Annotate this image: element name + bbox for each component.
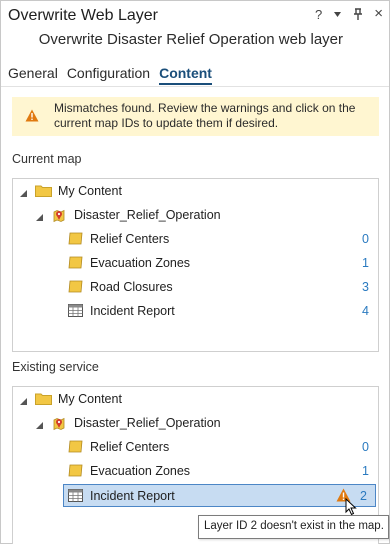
collapse-triangle-icon[interactable] xyxy=(36,418,43,432)
current-map-label: Current map xyxy=(12,152,82,166)
tree-row-layer[interactable]: Relief Centers 0 xyxy=(13,436,378,458)
table-label: Incident Report xyxy=(90,304,175,318)
tree-root-label: My Content xyxy=(58,184,122,198)
tool-subtitle: Overwrite Disaster Relief Operation web … xyxy=(38,31,343,48)
pane-titlebar: Overwrite Web Layer ? × xyxy=(1,1,389,31)
table-icon xyxy=(68,489,83,505)
mismatch-warning-banner: Mismatches found. Review the warnings an… xyxy=(12,97,379,136)
layer-label: Road Closures xyxy=(90,280,173,294)
tree-row-map[interactable]: Disaster_Relief_Operation xyxy=(13,412,378,434)
map-label: Disaster_Relief_Operation xyxy=(74,208,221,222)
warning-icon xyxy=(25,109,39,127)
layer-id-link[interactable]: 2 xyxy=(360,489,367,503)
layer-id-link[interactable]: 1 xyxy=(362,256,369,270)
map-icon xyxy=(52,208,66,226)
collapse-triangle-icon[interactable] xyxy=(36,210,43,224)
tree-row-layer[interactable]: Road Closures 3 xyxy=(13,276,378,298)
titlebar-controls: ? × xyxy=(315,6,383,25)
layer-id-link[interactable]: 4 xyxy=(362,304,369,318)
layer-label: Evacuation Zones xyxy=(90,256,191,270)
pane-title: Overwrite Web Layer xyxy=(8,7,158,24)
banner-message: Mismatches found. Review the warnings an… xyxy=(54,101,356,130)
options-menu-icon[interactable] xyxy=(333,7,342,25)
layer-label: Relief Centers xyxy=(90,440,170,454)
pin-icon[interactable] xyxy=(353,7,363,25)
overwrite-web-layer-pane: Overwrite Web Layer ? × Overwrite Disast… xyxy=(0,0,390,544)
layer-label: Evacuation Zones xyxy=(90,464,191,478)
collapse-triangle-icon[interactable] xyxy=(20,394,27,408)
tree-row-my-content[interactable]: My Content xyxy=(13,388,378,410)
tab-configuration[interactable]: Configuration xyxy=(67,65,150,85)
help-icon[interactable]: ? xyxy=(315,7,322,25)
tree-row-table[interactable]: Incident Report 4 xyxy=(13,300,378,322)
collapse-triangle-icon[interactable] xyxy=(20,186,27,200)
table-label: Incident Report xyxy=(90,489,175,503)
tab-general[interactable]: General xyxy=(8,65,58,85)
close-icon[interactable]: × xyxy=(374,6,383,25)
layer-label: Relief Centers xyxy=(90,232,170,246)
tab-content[interactable]: Content xyxy=(159,65,212,85)
tree-row-my-content[interactable]: My Content xyxy=(13,180,378,202)
folder-icon xyxy=(35,392,52,408)
layer-id-link[interactable]: 0 xyxy=(362,440,369,454)
tab-strip: General Configuration Content xyxy=(8,65,212,85)
polygon-layer-icon xyxy=(68,280,83,296)
tree-row-table-selected[interactable]: Incident Report 2 xyxy=(63,484,376,507)
map-label: Disaster_Relief_Operation xyxy=(74,416,221,430)
polygon-layer-icon xyxy=(68,464,83,480)
table-icon xyxy=(68,304,83,320)
tree-root-label: My Content xyxy=(58,392,122,406)
tree-row-map[interactable]: Disaster_Relief_Operation xyxy=(13,204,378,226)
warning-tooltip: Layer ID 2 doesn't exist in the map. xyxy=(198,515,389,539)
polygon-layer-icon xyxy=(68,232,83,248)
tree-row-layer[interactable]: Evacuation Zones 1 xyxy=(13,252,378,274)
layer-id-link[interactable]: 1 xyxy=(362,464,369,478)
polygon-layer-icon xyxy=(68,256,83,272)
tree-row-layer[interactable]: Evacuation Zones 1 xyxy=(13,460,378,482)
polygon-layer-icon xyxy=(68,440,83,456)
layer-id-link[interactable]: 0 xyxy=(362,232,369,246)
folder-icon xyxy=(35,184,52,200)
layer-id-link[interactable]: 3 xyxy=(362,280,369,294)
tab-divider xyxy=(1,86,389,87)
mouse-pointer-icon xyxy=(345,497,357,521)
current-map-tree[interactable]: My Content Disaster_Relief_Operation Rel… xyxy=(12,178,379,352)
map-icon xyxy=(52,416,66,434)
tree-row-layer[interactable]: Relief Centers 0 xyxy=(13,228,378,250)
existing-service-label: Existing service xyxy=(12,360,99,374)
